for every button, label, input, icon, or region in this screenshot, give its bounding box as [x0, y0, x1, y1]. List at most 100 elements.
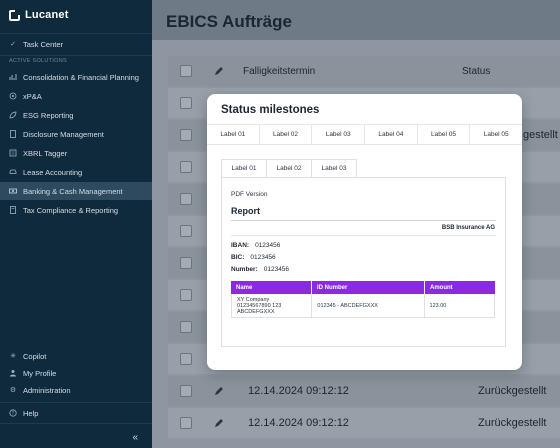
row-checkbox[interactable] — [180, 225, 192, 237]
sidebar-divider — [0, 402, 152, 403]
sidebar-item-label: Copilot — [23, 351, 47, 361]
tab-label-04[interactable]: Label 04 — [365, 125, 418, 144]
payment-table-header: Name ID Number Amount — [231, 281, 495, 294]
sidebar-item-help[interactable]: ? Help — [0, 404, 152, 422]
sidebar-item-xpa[interactable]: xP&A — [0, 87, 152, 105]
name-cell: XY Company 01234567890 123 ABCDEFGXXX — [232, 294, 313, 317]
row-checkbox[interactable] — [180, 353, 192, 365]
sidebar-divider — [0, 423, 152, 424]
row-checkbox[interactable] — [180, 97, 192, 109]
sidebar-item-label: Lease Accounting — [23, 167, 83, 177]
doc-tab-label-01[interactable]: Label 01 — [221, 159, 267, 177]
date-cell: 12.14.2024 09:12:12 — [248, 385, 349, 397]
sidebar-item-copilot[interactable]: ✳ Copilot — [0, 347, 152, 365]
sidebar-item-task-center[interactable]: ✓ Task Center — [0, 35, 152, 53]
sidebar-item-profile[interactable]: My Profile — [0, 364, 152, 382]
sidebar-divider — [0, 55, 152, 56]
sidebar-item-label: Task Center — [23, 39, 64, 49]
payment-table: Name ID Number Amount XY Company 0123456… — [231, 281, 495, 318]
status-cell: gestellt — [523, 129, 558, 141]
date-cell: 12.14.2024 09:12:12 — [248, 417, 349, 429]
tab-label-01[interactable]: Label 01 — [207, 125, 260, 144]
amount-cell: 123.00 — [429, 302, 447, 309]
sidebar-item-label: XBRL Tagger — [23, 148, 68, 158]
status-cell: Zurückgestellt — [478, 385, 547, 397]
bic-label: BIC: — [231, 254, 245, 261]
table-row[interactable]: 12.14.2024 09:12:12 Zurückgestellt — [168, 376, 560, 406]
report-document: PDF Version Report BSB Insurance AG IBAN… — [221, 177, 506, 347]
column-header-id: ID Number — [312, 281, 425, 294]
sidebar: Lucanet ✓ Task Center ACTIVE SOLUTIONS C… — [0, 0, 152, 448]
tab-label-03[interactable]: Label 03 — [312, 125, 366, 144]
sidebar-item-label: Consolidation & Financial Planning — [23, 72, 139, 82]
page-title: EBICS Aufträge — [166, 12, 292, 31]
doc-tab-label-02[interactable]: Label 02 — [266, 159, 312, 177]
edit-icon[interactable] — [214, 418, 224, 428]
sidebar-item-consolidation[interactable]: Consolidation & Financial Planning — [0, 68, 152, 86]
sidebar-item-label: Tax Compliance & Reporting — [23, 205, 119, 215]
table-row[interactable]: 12.14.2024 09:12:12 Zurückgestellt — [168, 408, 560, 438]
tab-label-02[interactable]: Label 02 — [260, 125, 313, 144]
chart-icon — [9, 73, 17, 81]
gear-icon: ⚙ — [9, 387, 17, 394]
sidebar-item-label: Administration — [23, 385, 71, 395]
sidebar-section-label: ACTIVE SOLUTIONS — [9, 58, 67, 64]
number-label: Number: — [231, 266, 258, 273]
row-checkbox[interactable] — [180, 257, 192, 269]
select-all-checkbox[interactable] — [180, 65, 192, 77]
iban-field: IBAN: 0123456 — [231, 242, 280, 249]
column-header-name: Name — [231, 281, 312, 294]
sidebar-item-label: xP&A — [23, 91, 42, 101]
sidebar-item-lease[interactable]: Lease Accounting — [0, 163, 152, 181]
pdf-version-label: PDF Version — [231, 191, 268, 198]
sidebar-item-label: Help — [23, 408, 39, 418]
divider — [231, 235, 496, 236]
report-title: Report — [231, 206, 260, 216]
column-header-status[interactable]: Status — [462, 66, 490, 77]
number-field: Number: 0123456 — [231, 266, 289, 273]
sidebar-item-banking[interactable]: Banking & Cash Management — [0, 182, 152, 200]
help-icon: ? — [9, 409, 17, 417]
iban-value: 0123456 — [255, 242, 281, 249]
row-checkbox[interactable] — [180, 385, 192, 397]
edit-icon[interactable] — [214, 386, 224, 396]
sidebar-item-label: My Profile — [23, 368, 57, 378]
id-cell: 012345 - ABCDEFGXXX — [312, 294, 425, 317]
collapse-sidebar-button[interactable]: « — [132, 432, 138, 443]
column-header-amount: Amount — [430, 284, 453, 291]
sparkle-icon: ✳ — [10, 353, 16, 360]
status-milestones-modal: Status milestones Label 01 Label 02 Labe… — [207, 94, 522, 370]
sidebar-item-tax[interactable]: Tax Compliance & Reporting — [0, 201, 152, 219]
row-checkbox[interactable] — [180, 321, 192, 333]
row-checkbox[interactable] — [180, 193, 192, 205]
row-checkbox[interactable] — [180, 161, 192, 173]
sidebar-divider — [0, 33, 152, 34]
lucanet-logo-icon — [9, 9, 20, 21]
row-checkbox[interactable] — [180, 417, 192, 429]
sidebar-item-xbrl[interactable]: XBRL Tagger — [0, 144, 152, 162]
modal-title: Status milestones — [221, 104, 320, 116]
sidebar-item-disclosure[interactable]: Disclosure Management — [0, 125, 152, 143]
app-logo[interactable]: Lucanet — [9, 8, 69, 22]
page-header: EBICS Aufträge — [152, 0, 560, 40]
divider — [231, 220, 496, 221]
leaf-icon — [9, 111, 17, 119]
calculator-icon — [9, 206, 17, 214]
sidebar-item-administration[interactable]: ⚙ Administration — [0, 381, 152, 399]
target-icon — [9, 92, 17, 100]
column-header-date[interactable]: Falligkeitstermin — [243, 66, 315, 77]
bic-value: 0123456 — [250, 254, 276, 261]
sidebar-item-label: Disclosure Management — [23, 129, 104, 139]
milestone-tabs: Label 01 Label 02 Label 03 Label 04 Labe… — [207, 124, 522, 145]
tab-label-05[interactable]: Label 05 — [418, 125, 471, 144]
sidebar-item-esg[interactable]: ESG Reporting — [0, 106, 152, 124]
status-cell: Zurückgestellt — [478, 417, 547, 429]
number-value: 0123456 — [263, 266, 290, 273]
row-checkbox[interactable] — [180, 129, 192, 141]
row-checkbox[interactable] — [180, 289, 192, 301]
doc-tab-label-03[interactable]: Label 03 — [311, 159, 357, 177]
sidebar-item-label: ESG Reporting — [23, 110, 74, 120]
tab-label-06[interactable]: Label 05 — [470, 125, 522, 144]
check-icon: ✓ — [10, 41, 16, 48]
car-icon — [9, 168, 17, 176]
